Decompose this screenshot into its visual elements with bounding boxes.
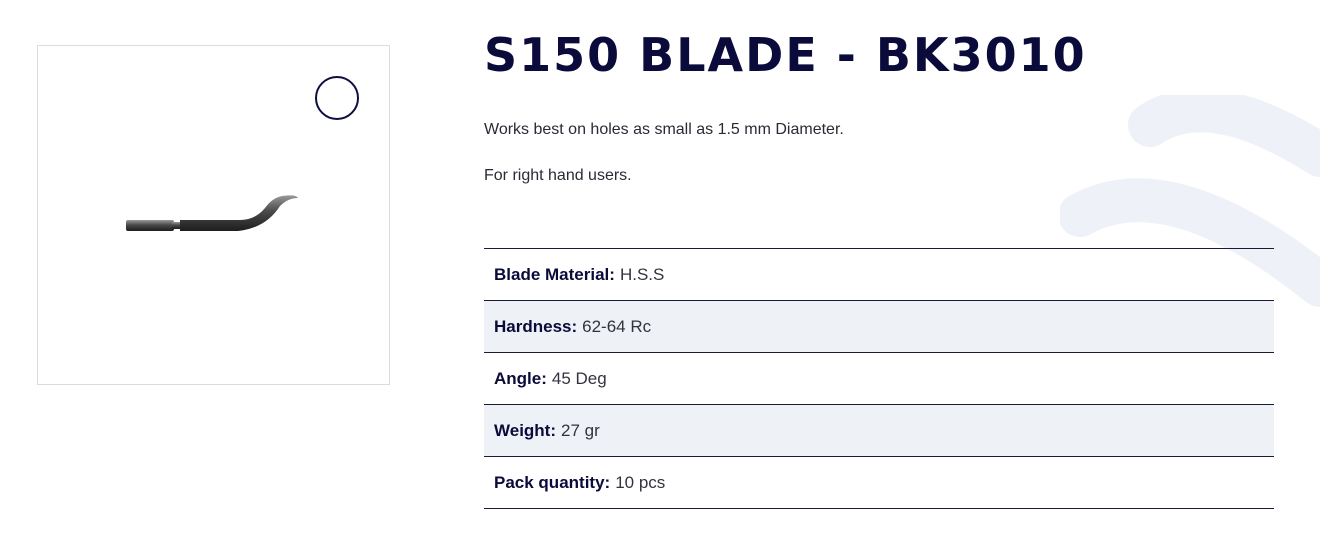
page-title: S150 BLADE - BK3010 xyxy=(484,28,1087,82)
spec-row-angle: Angle: 45 Deg xyxy=(484,353,1274,405)
spec-label: Angle: xyxy=(494,368,547,388)
spec-row-weight: Weight: 27 gr xyxy=(484,405,1274,457)
spec-value: 45 Deg xyxy=(551,368,607,388)
spec-value: H.S.S xyxy=(619,264,665,284)
spec-value: 10 pcs xyxy=(615,472,666,492)
specifications-table: Blade Material: H.S.S Hardness: 62-64 Rc… xyxy=(484,248,1274,509)
spec-row-hardness: Hardness: 62-64 Rc xyxy=(484,301,1274,353)
product-description-line: For right hand users. xyxy=(484,167,632,184)
deburring-blade-image xyxy=(126,195,298,231)
spec-value: 27 gr xyxy=(561,420,600,440)
spec-label: Hardness: xyxy=(494,316,578,336)
product-image-panel[interactable] xyxy=(37,45,390,385)
spec-label: Pack quantity: xyxy=(494,472,611,492)
spec-row-blade-material: Blade Material: H.S.S xyxy=(484,249,1274,301)
spec-label: Weight: xyxy=(494,420,557,440)
spec-label: Blade Material: xyxy=(494,264,615,284)
spec-value: 62-64 Rc xyxy=(582,316,652,336)
zoom-icon[interactable] xyxy=(315,76,359,120)
spec-row-pack-quantity: Pack quantity: 10 pcs xyxy=(484,457,1274,509)
product-description-line: Works best on holes as small as 1.5 mm D… xyxy=(484,121,844,138)
